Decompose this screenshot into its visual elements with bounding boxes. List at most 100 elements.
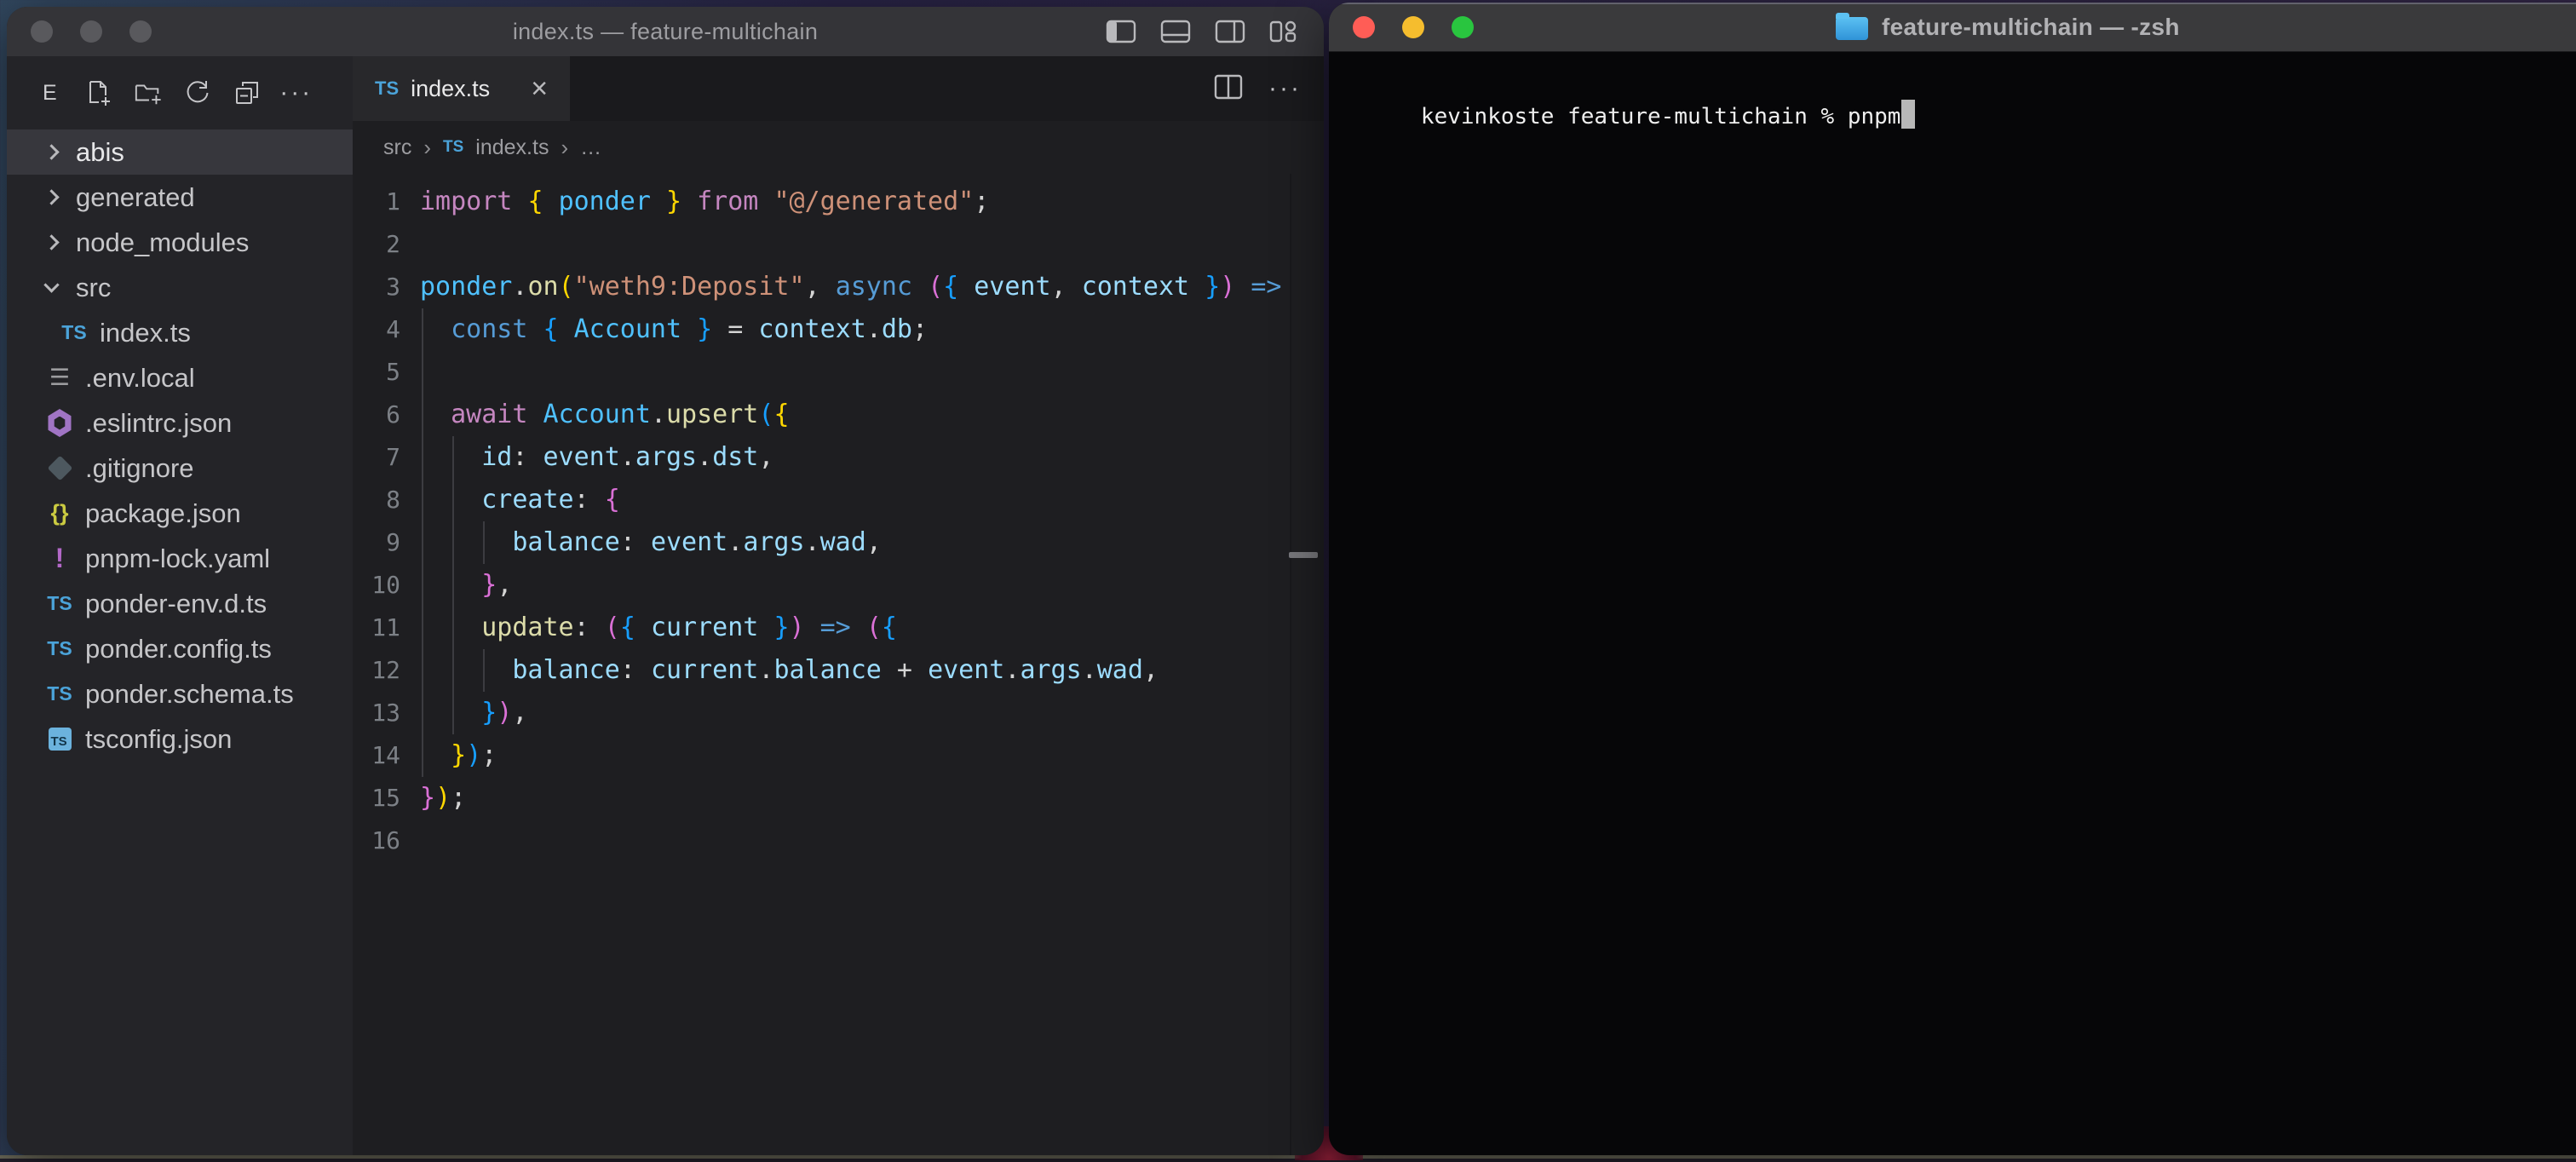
- close-tab-icon[interactable]: ×: [531, 74, 548, 103]
- minimize-window-button[interactable]: [80, 20, 102, 43]
- tree-item-index-ts[interactable]: TS index.ts: [7, 310, 353, 355]
- tree-item--env-local[interactable]: ☰ .env.local: [7, 355, 353, 400]
- chevron-right-icon: ›: [423, 135, 431, 161]
- code-line-13[interactable]: 13 }),: [353, 692, 1324, 734]
- breadcrumb-symbol[interactable]: …: [580, 135, 601, 160]
- close-window-button[interactable]: [1353, 16, 1375, 38]
- zoom-window-button[interactable]: [1452, 16, 1474, 38]
- code-line-12[interactable]: 12 balance: current.balance + event.args…: [353, 649, 1324, 692]
- terminal-window-controls: [1353, 3, 1474, 51]
- refresh-explorer-icon[interactable]: [183, 78, 212, 107]
- minimize-window-button[interactable]: [1402, 16, 1424, 38]
- code-line-15[interactable]: 15});: [353, 777, 1324, 820]
- tree-item-pnpm-lock-yaml[interactable]: !pnpm-lock.yaml: [7, 536, 353, 581]
- breadcrumb-src[interactable]: src: [383, 135, 411, 160]
- env-file-icon: ☰: [44, 365, 75, 391]
- code-line-11[interactable]: 11 update: ({ current }) => ({: [353, 607, 1324, 649]
- tree-item-node-modules[interactable]: node_modules: [7, 220, 353, 265]
- code-line-14[interactable]: 14 });: [353, 734, 1324, 777]
- toggle-panel-icon[interactable]: [1160, 19, 1191, 44]
- code-line-16[interactable]: 16: [353, 820, 1324, 862]
- new-file-icon[interactable]: [84, 78, 113, 107]
- breadcrumb-file[interactable]: index.ts: [475, 135, 549, 160]
- explorer-title: E: [43, 81, 57, 106]
- tree-item-generated[interactable]: generated: [7, 175, 353, 220]
- code-line-3[interactable]: 3ponder.on("weth9:Deposit", async ({ eve…: [353, 266, 1324, 308]
- code-line-6[interactable]: 6 await Account.upsert({: [353, 394, 1324, 436]
- shell-prompt: kevinkoste feature-multichain %: [1421, 104, 1848, 129]
- terminal-titlebar[interactable]: feature-multichain — -zsh: [1329, 3, 2576, 52]
- tree-item-label: index.ts: [100, 318, 191, 348]
- terminal-cursor: [1901, 100, 1915, 129]
- collapse-folders-icon[interactable]: [233, 78, 262, 107]
- code-line-5[interactable]: 5: [353, 351, 1324, 394]
- breadcrumb[interactable]: src › TS index.ts › …: [353, 121, 1324, 174]
- close-window-button[interactable]: [31, 20, 53, 43]
- code-line-8[interactable]: 8 create: {: [353, 479, 1324, 521]
- code-editor[interactable]: 1import { ponder } from "@/generated";23…: [353, 174, 1324, 1155]
- terminal-window-title: feature-multichain — -zsh: [1882, 14, 2180, 41]
- tree-item-package-json[interactable]: {}package.json: [7, 491, 353, 536]
- tab-index-ts[interactable]: TS index.ts ×: [353, 56, 570, 121]
- line-number: 9: [353, 521, 400, 564]
- code-line-10[interactable]: 10 },: [353, 564, 1324, 607]
- line-number: 3: [353, 266, 400, 308]
- eslint-file-icon: [44, 409, 75, 437]
- chevron-right-icon: [43, 144, 59, 159]
- split-editor-icon[interactable]: [1214, 74, 1243, 104]
- terminal-window: feature-multichain — -zsh kevinkoste fea…: [1329, 3, 2576, 1155]
- vscode-window-controls: [31, 7, 152, 56]
- typescript-file-icon: TS: [44, 592, 75, 615]
- chevron-down-icon: [43, 277, 59, 292]
- tree-item--eslintrc-json[interactable]: .eslintrc.json: [7, 400, 353, 446]
- zoom-window-button[interactable]: [129, 20, 152, 43]
- typescript-file-icon: TS: [44, 637, 75, 660]
- customize-layout-icon[interactable]: [1269, 19, 1298, 44]
- editor-tabbar: TS index.ts × ···: [353, 56, 1324, 121]
- tree-item-ponder-config-ts[interactable]: TS ponder.config.ts: [7, 626, 353, 671]
- folder-icon: [1836, 17, 1868, 40]
- typescript-file-icon: TS: [375, 78, 399, 100]
- tree-item-label: ponder.config.ts: [85, 634, 272, 664]
- chevron-right-icon: [43, 189, 59, 204]
- tsconfig-file-icon: TS: [44, 728, 75, 751]
- typescript-file-icon: TS: [44, 682, 75, 705]
- code-line-9[interactable]: 9 balance: event.args.wad,: [353, 521, 1324, 564]
- tree-item-label: ponder-env.d.ts: [85, 589, 267, 619]
- tree-item-label: generated: [76, 182, 195, 213]
- toggle-primary-sidebar-icon[interactable]: [1106, 19, 1136, 44]
- tree-item-ponder-env-d-ts[interactable]: TS ponder-env.d.ts: [7, 581, 353, 626]
- tree-item-label: tsconfig.json: [85, 724, 232, 755]
- terminal-body[interactable]: kevinkoste feature-multichain % pnpm: [1329, 52, 2576, 173]
- line-number: 2: [353, 223, 400, 266]
- vscode-titlebar[interactable]: index.ts — feature-multichain: [7, 7, 1324, 56]
- line-number: 6: [353, 394, 400, 436]
- line-number: 1: [353, 181, 400, 223]
- line-number: 10: [353, 564, 400, 607]
- tree-item-ponder-schema-ts[interactable]: TSponder.schema.ts: [7, 671, 353, 716]
- new-folder-icon[interactable]: [134, 78, 163, 107]
- tree-item-src[interactable]: src: [7, 265, 353, 310]
- code-line-7[interactable]: 7 id: event.args.dst,: [353, 436, 1324, 479]
- tree-item-label: package.json: [85, 498, 241, 529]
- line-number: 12: [353, 649, 400, 692]
- code-line-1[interactable]: 1import { ponder } from "@/generated";: [353, 181, 1324, 223]
- tree-item-abis[interactable]: abis: [7, 129, 353, 175]
- line-number: 8: [353, 479, 400, 521]
- tree-item-label: .env.local: [85, 363, 195, 394]
- tree-item-tsconfig-json[interactable]: TS tsconfig.json: [7, 716, 353, 762]
- code-line-4[interactable]: 4 const { Account } = context.db;: [353, 308, 1324, 351]
- code-line-2[interactable]: 2: [353, 223, 1324, 266]
- desktop-bottom-fill: [0, 1159, 2576, 1162]
- line-number: 14: [353, 734, 400, 777]
- typescript-file-icon: TS: [59, 321, 89, 344]
- line-number: 16: [353, 820, 400, 862]
- editor-more-actions-icon[interactable]: ···: [1268, 84, 1302, 93]
- typed-command: pnpm: [1848, 104, 1901, 129]
- chevron-right-icon: ›: [561, 135, 568, 161]
- tree-item--gitignore[interactable]: .gitignore: [7, 446, 353, 491]
- toggle-secondary-sidebar-icon[interactable]: [1215, 19, 1245, 44]
- tab-label: index.ts: [411, 76, 490, 102]
- more-actions-icon[interactable]: ···: [282, 78, 311, 107]
- tree-item-label: .gitignore: [85, 453, 194, 484]
